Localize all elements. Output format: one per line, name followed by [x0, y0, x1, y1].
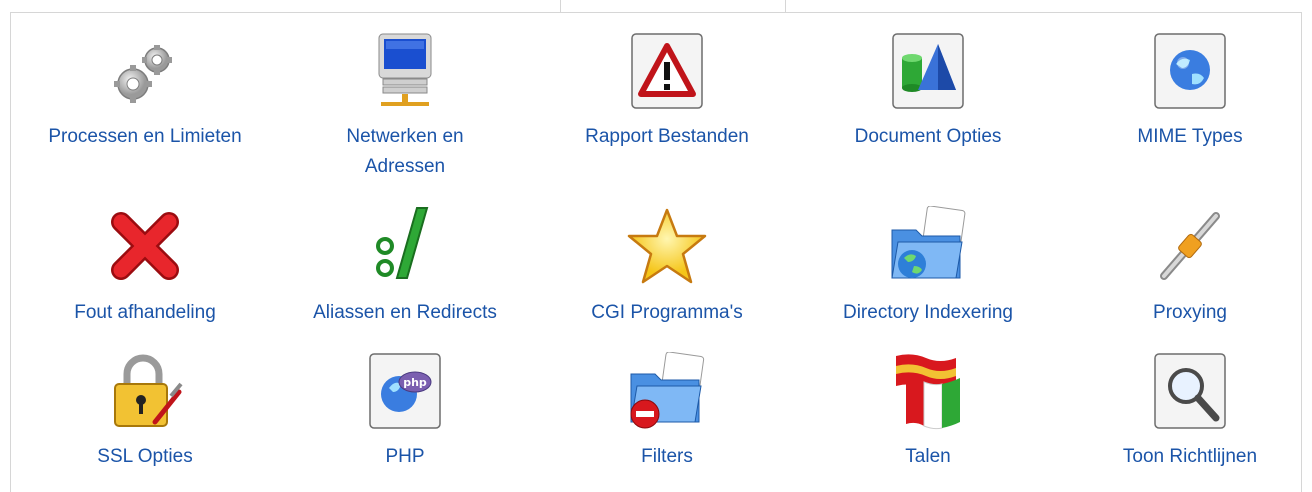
item-label: CGI Programma's	[591, 302, 743, 323]
item-label: Aliassen en Redirects	[313, 302, 497, 323]
cable-icon	[1160, 212, 1220, 280]
padlock-icon	[114, 354, 183, 427]
item-label: Talen	[905, 446, 951, 467]
item-label: Processen en Limieten	[48, 126, 242, 147]
php-icon: php	[369, 353, 441, 429]
folder-globe-icon	[891, 206, 966, 279]
item-label: PHP	[385, 446, 425, 467]
gears-icon	[114, 45, 172, 103]
item-label: Proxying	[1153, 302, 1227, 323]
colon-slash-icon	[376, 207, 429, 279]
item-label: Document Opties	[854, 126, 1002, 147]
globe-icon	[1154, 33, 1226, 109]
item-label: Directory Indexering	[842, 302, 1014, 323]
shapes-icon	[892, 33, 964, 109]
item-label: SSL Opties	[97, 446, 193, 467]
red-x-icon	[111, 212, 179, 280]
star-icon	[627, 208, 707, 284]
warning-icon	[631, 33, 703, 109]
svg-text:php: php	[403, 376, 427, 389]
folder-remove-icon	[630, 352, 705, 429]
network-computer-icon	[378, 33, 432, 106]
item-label: Rapport Bestanden	[585, 126, 749, 147]
flags-icon	[896, 354, 960, 430]
item-label: MIME Types	[1137, 126, 1243, 147]
item-label: Toon Richtlijnen	[1122, 446, 1258, 467]
item-label: Fout afhandeling	[74, 302, 216, 323]
magnifier-icon	[1154, 353, 1226, 429]
item-label: Netwerken en Adressen	[346, 126, 464, 177]
item-label: Filters	[641, 446, 693, 467]
panel-title-tab	[560, 0, 786, 12]
